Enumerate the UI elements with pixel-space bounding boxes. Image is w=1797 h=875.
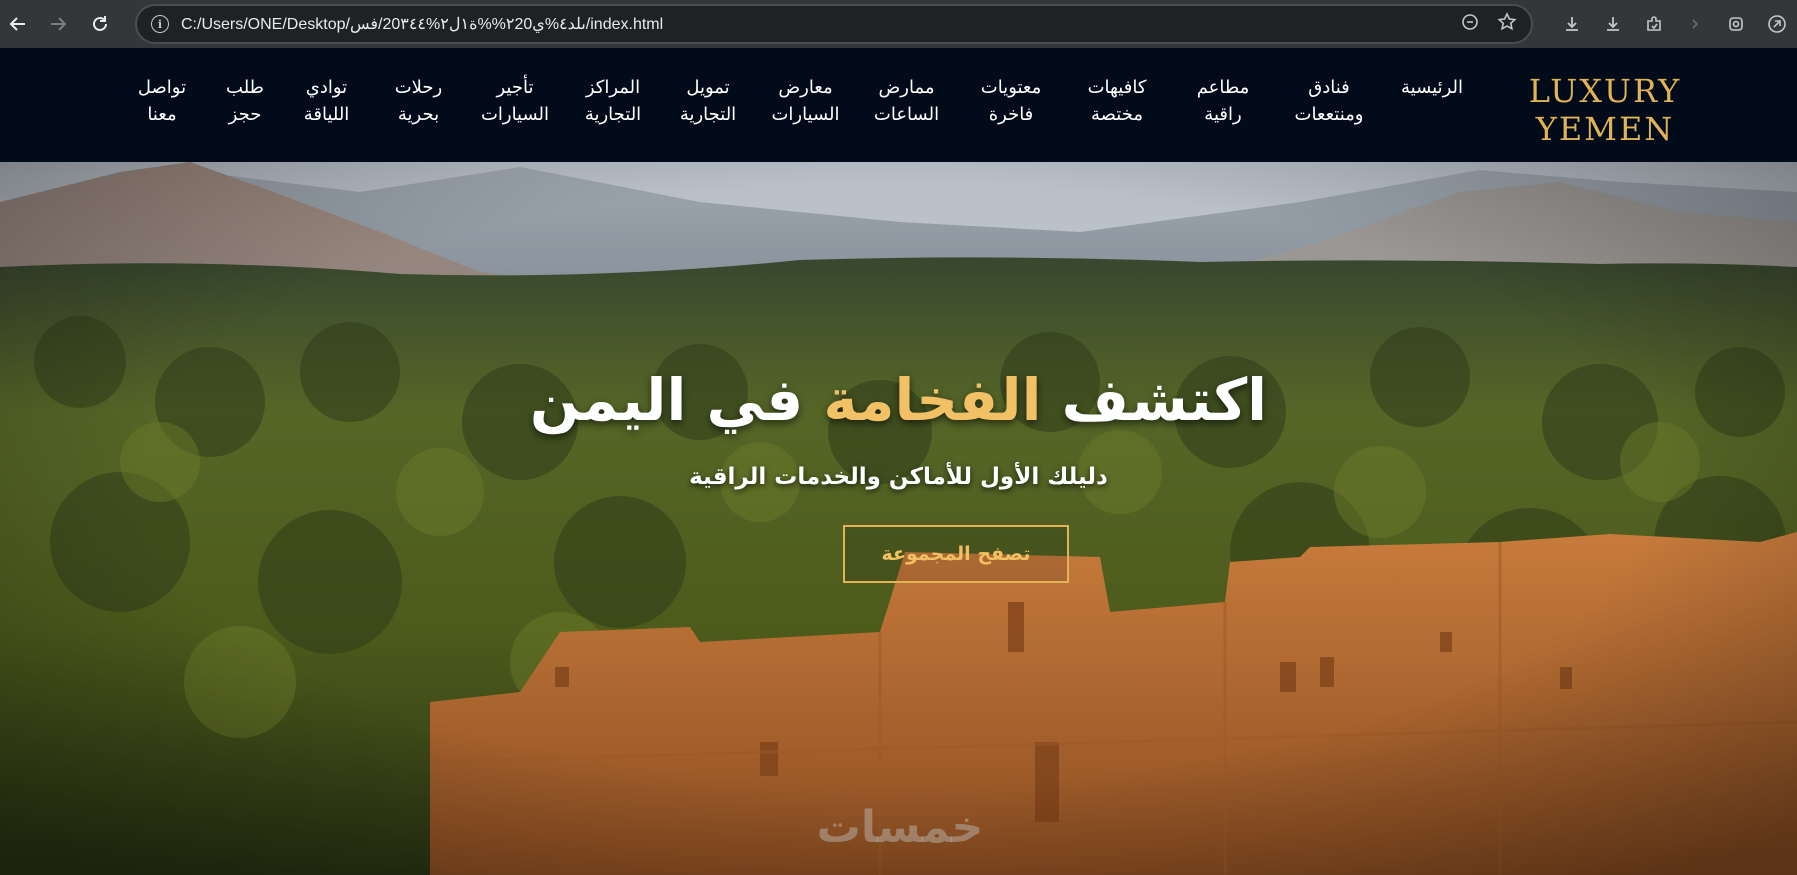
hero-subtitle: دليلك الأول للأماكن والخدمات الراقية xyxy=(689,464,1108,490)
url-text[interactable]: C:/Users/ONE/Desktop/ىلد٤%ي٢20%%ة١ل٢%20٣… xyxy=(181,14,1461,34)
nav-item-7[interactable]: معارض السيارات xyxy=(756,74,855,144)
shield-icon[interactable] xyxy=(1715,0,1756,48)
site-logo[interactable]: LUXURY YEMEN xyxy=(1520,72,1690,148)
nav-item-1[interactable]: الرئيسية xyxy=(1382,74,1482,144)
watermark: خمسات xyxy=(816,802,984,853)
hero-title-part1: اكتشف xyxy=(1061,366,1268,434)
nav-item-6[interactable]: ممارض الساعات xyxy=(855,74,958,144)
download-icon[interactable] xyxy=(1551,0,1592,48)
nav-item-3[interactable]: مطاعم راقية xyxy=(1170,74,1276,144)
logo-line-1: LUXURY xyxy=(1528,72,1682,110)
puzzle-icon[interactable] xyxy=(1633,0,1674,48)
logo-line-2: YEMEN xyxy=(1535,110,1675,148)
nav-item-14[interactable]: تواصل معنا xyxy=(114,74,210,144)
zoom-icon[interactable] xyxy=(1461,13,1479,36)
info-icon[interactable]: i xyxy=(151,15,169,33)
reload-icon[interactable] xyxy=(82,6,118,42)
nav-item-9[interactable]: المراكز التجارية xyxy=(566,74,660,144)
hero-title: اكتشف الفخامة في اليمن xyxy=(0,366,1797,434)
download-icon[interactable] xyxy=(1592,0,1633,48)
site-header: LUXURY YEMEN الرئيسية فنادق ومنتععات مطاعم… xyxy=(0,48,1797,162)
main-nav: الرئيسية فنادق ومنتععات مطاعم راقية كافيهات… xyxy=(42,74,1482,144)
browse-collection-button[interactable]: تصفح المجموعة xyxy=(843,525,1069,583)
nav-item-5[interactable]: معتويات فاخرة xyxy=(958,74,1064,144)
nav-item-11[interactable]: رحلات بحرية xyxy=(373,74,464,144)
nav-item-8[interactable]: تمويل التجارية xyxy=(660,74,756,144)
arrow-right-icon[interactable] xyxy=(40,6,76,42)
profile-icon[interactable] xyxy=(1756,0,1797,48)
nav-item-12[interactable]: توادي اللياقة xyxy=(280,74,373,144)
star-icon[interactable] xyxy=(1497,11,1517,37)
nav-item-4[interactable]: كافيهات مختصة xyxy=(1064,74,1170,144)
chevron-right-icon[interactable] xyxy=(1674,0,1715,48)
hero-title-accent: الفخامة xyxy=(823,366,1042,434)
hero-background-image xyxy=(0,162,1797,875)
arrow-left-icon[interactable] xyxy=(0,6,36,42)
nav-item-10[interactable]: تأجير السيارات xyxy=(464,74,566,144)
hero-section: اكتشف الفخامة في اليمن دليلك الأول للأما… xyxy=(0,162,1797,875)
nav-item-13[interactable]: طلب حجز xyxy=(210,74,280,144)
hero-title-part2: في اليمن xyxy=(529,366,804,434)
browser-toolbar: i C:/Users/ONE/Desktop/ىلد٤%ي٢20%%ة١ل٢%2… xyxy=(0,0,1797,48)
nav-item-2[interactable]: فنادق ومنتععات xyxy=(1276,74,1382,144)
address-bar[interactable]: i C:/Users/ONE/Desktop/ىلد٤%ي٢20%%ة١ل٢%2… xyxy=(135,4,1533,44)
